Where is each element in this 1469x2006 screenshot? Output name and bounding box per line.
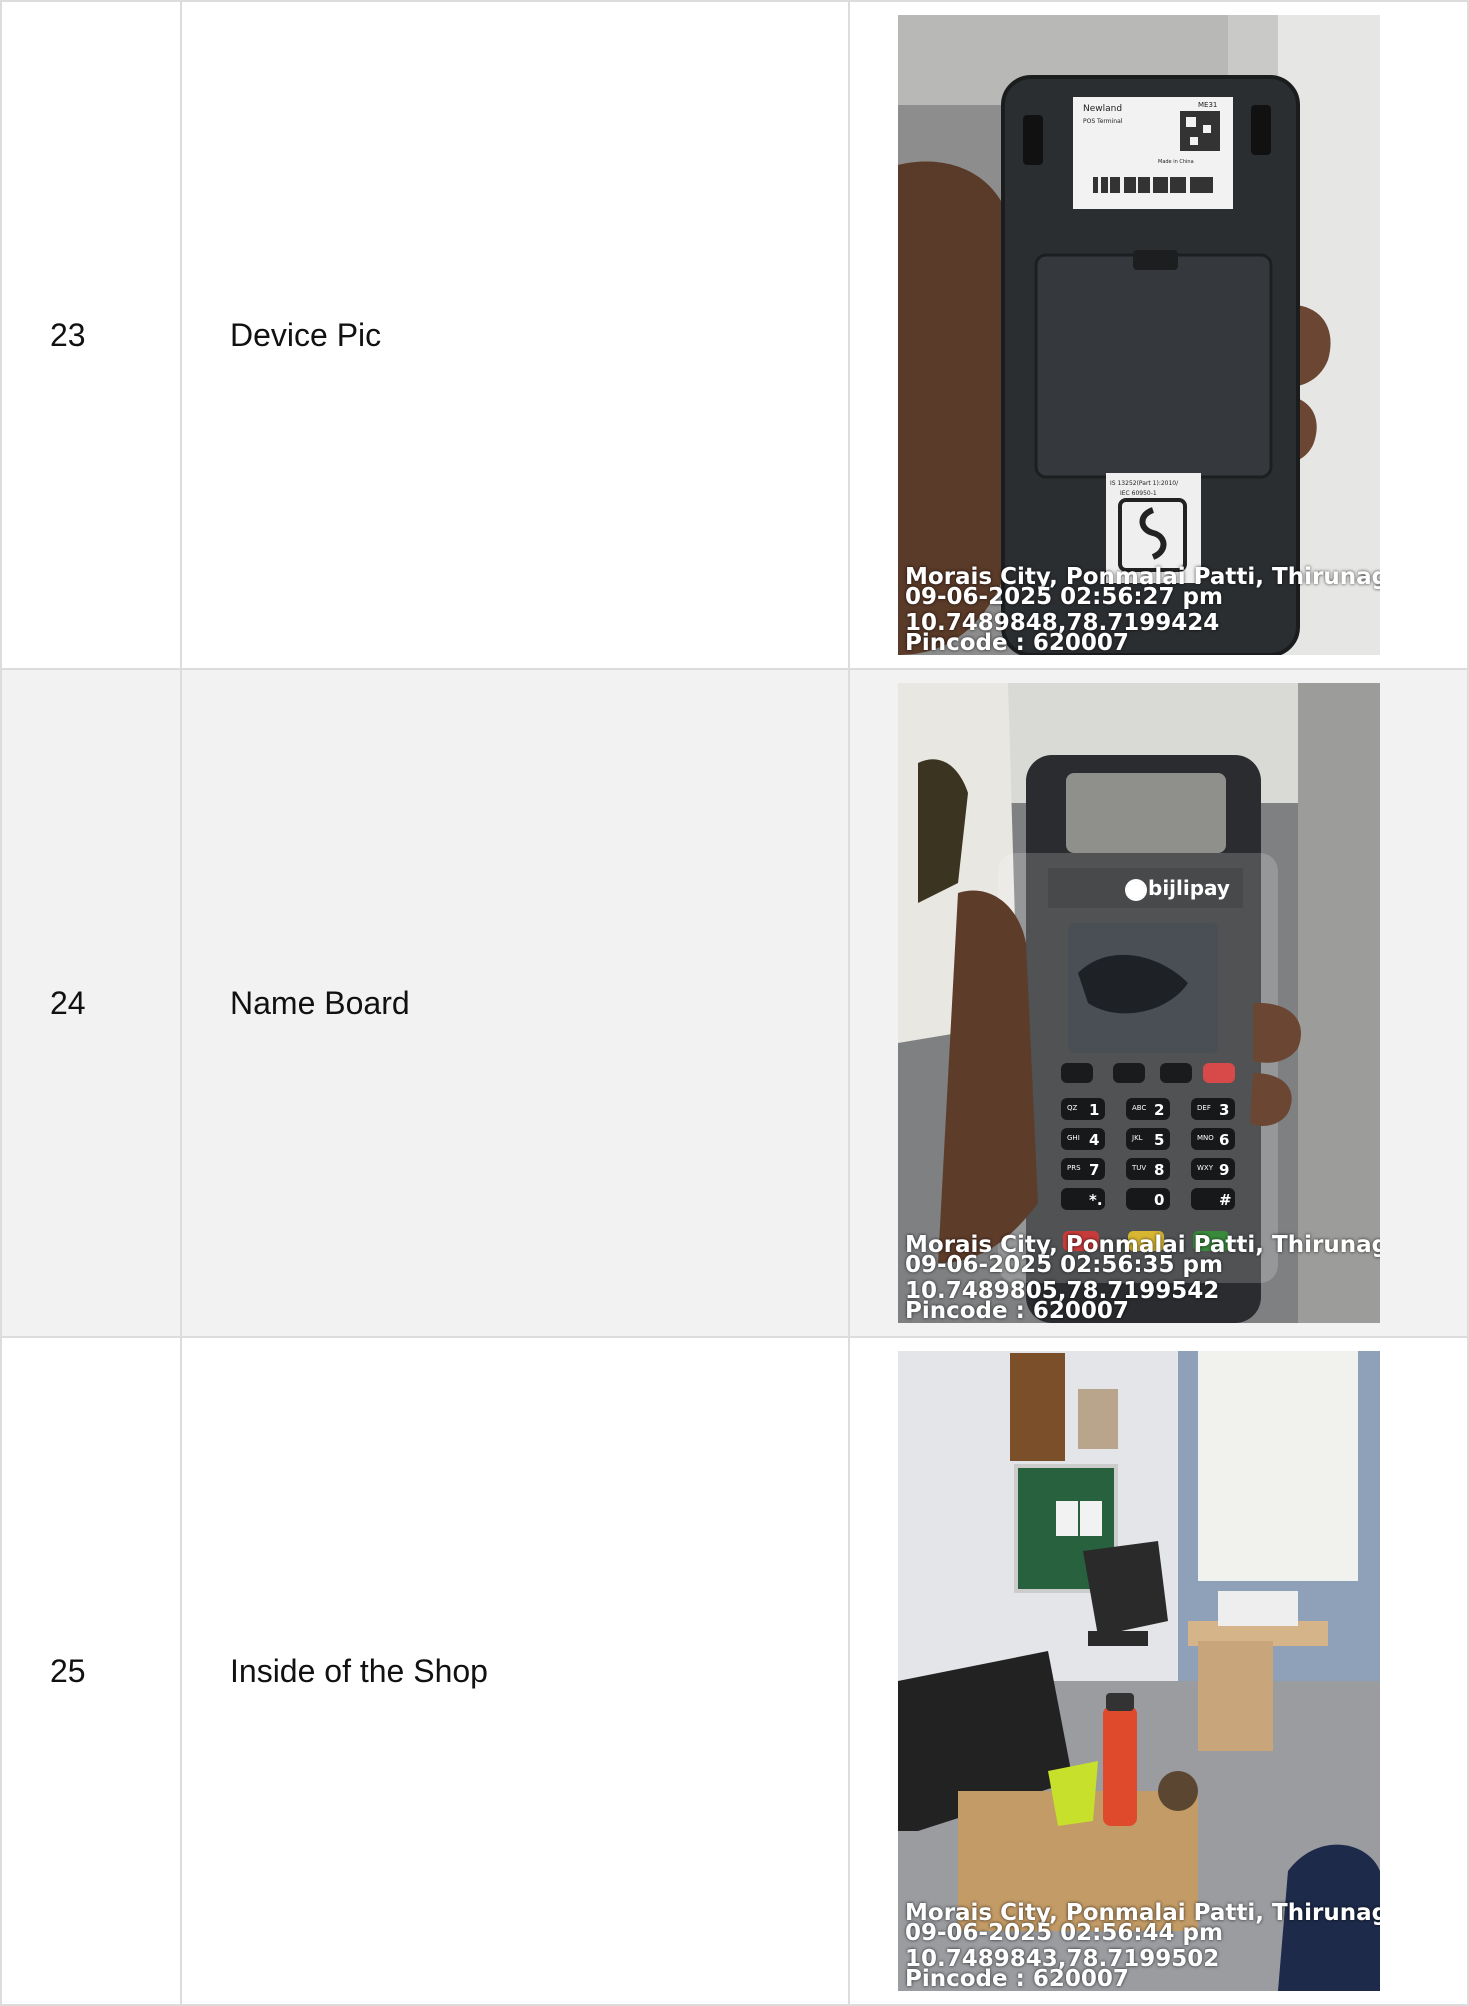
keypad-key-label: # [1219,1191,1232,1209]
keypad-key-label: 6 [1219,1131,1229,1149]
photo-stamp: Morais City, Ponmalai Patti, Thirunagar,… [905,566,1380,655]
row-number: 25 [0,1336,182,2006]
label-made-in: Made in China [1158,159,1194,165]
keypad-key-letters: JKL [1131,1134,1143,1142]
label-line1: POS Terminal [1083,118,1123,125]
device-brand: bijlipay [1148,876,1230,900]
stamp-datetime: 09-06-2025 02:56:44 pm [905,1920,1223,1946]
label-brand: Newland [1083,104,1122,114]
keypad-key-label: 7 [1089,1161,1099,1179]
keypad-key-label: 0 [1154,1191,1164,1209]
keypad-key-label: *. [1089,1191,1103,1209]
keypad-key-letters: MNO [1197,1134,1214,1142]
keypad-key-label: 4 [1089,1131,1099,1149]
stamp-pincode: Pincode : 620007 [905,1966,1129,1991]
name-board-photo[interactable]: bijlipay QZ 1 ABC 2 DEF 3 GHI 4 JKL 5 MNO 6 PRS 7 TUV 8… [898,683,1380,1323]
photo-cell: bijlipay QZ 1 ABC 2 DEF 3 GHI 4 JKL 5 MNO 6 PRS 7 TUV 8… [848,668,1469,1338]
keypad-key-label: 5 [1154,1131,1164,1149]
photo-stamp: Morais City, Ponmalai Patti, Thirunagar,… [905,1234,1380,1323]
device-back-image: Newland ME31 POS Terminal Made in China … [898,15,1380,655]
stamp-pincode: Pincode : 620007 [905,630,1129,655]
stamp-datetime: 09-06-2025 02:56:27 pm [905,584,1223,610]
keypad-key-letters: DEF [1197,1104,1211,1112]
keypad-key-label: 2 [1154,1101,1164,1119]
keypad-key-label: 1 [1089,1101,1099,1119]
photo-cell: Morais City, Ponmalai Patti, Thirunagar,… [848,1336,1469,2006]
keypad-key-letters: ABC [1132,1104,1146,1112]
label-model: ME31 [1198,101,1217,109]
row-number: 24 [0,668,182,1338]
keypad-key-letters: QZ [1067,1104,1078,1112]
device-back-photo[interactable]: Newland ME31 POS Terminal Made in China … [898,15,1380,655]
stamp-datetime: 09-06-2025 02:56:35 pm [905,1252,1223,1278]
row-label: Inside of the Shop [180,1336,850,2006]
label-standard: IS 13252(Part 1):2010/ [1110,480,1179,487]
shop-interior-image [898,1351,1380,1991]
photo-stamp: Morais City, Ponmalai Patti, Thirunagar,… [905,1902,1380,1991]
keypad-key-letters: GHI [1067,1134,1080,1142]
device-front-image: bijlipay QZ 1 ABC 2 DEF 3 GHI 4 JKL 5 MNO 6 PRS 7 TUV 8… [898,683,1380,1323]
row-label: Name Board [180,668,850,1338]
photo-cell: Newland ME31 POS Terminal Made in China … [848,0,1469,670]
stamp-pincode: Pincode : 620007 [905,1298,1129,1323]
keypad-key-letters: TUV [1131,1164,1146,1172]
keypad-key-letters: WXY [1197,1164,1214,1172]
table-row: 25 Inside of the Shop Morais City, Ponma… [0,1336,1469,2006]
keypad-key-label: 9 [1219,1161,1229,1179]
keypad-key-label: 3 [1219,1101,1229,1119]
keypad-key-label: 8 [1154,1161,1164,1179]
report-table: 23 Device Pic Newland ME31 POS Terminal … [0,0,1469,2006]
shop-interior-photo[interactable]: Morais City, Ponmalai Patti, Thirunagar,… [898,1351,1380,1991]
label-standard2: IEC 60950-1 [1120,490,1157,497]
keypad-key-letters: PRS [1067,1164,1081,1172]
row-number: 23 [0,0,182,670]
row-label: Device Pic [180,0,850,670]
table-row: 24 Name Board bijlipay QZ 1 ABC 2 DEF 3 … [0,668,1469,1338]
table-row: 23 Device Pic Newland ME31 POS Terminal … [0,0,1469,670]
